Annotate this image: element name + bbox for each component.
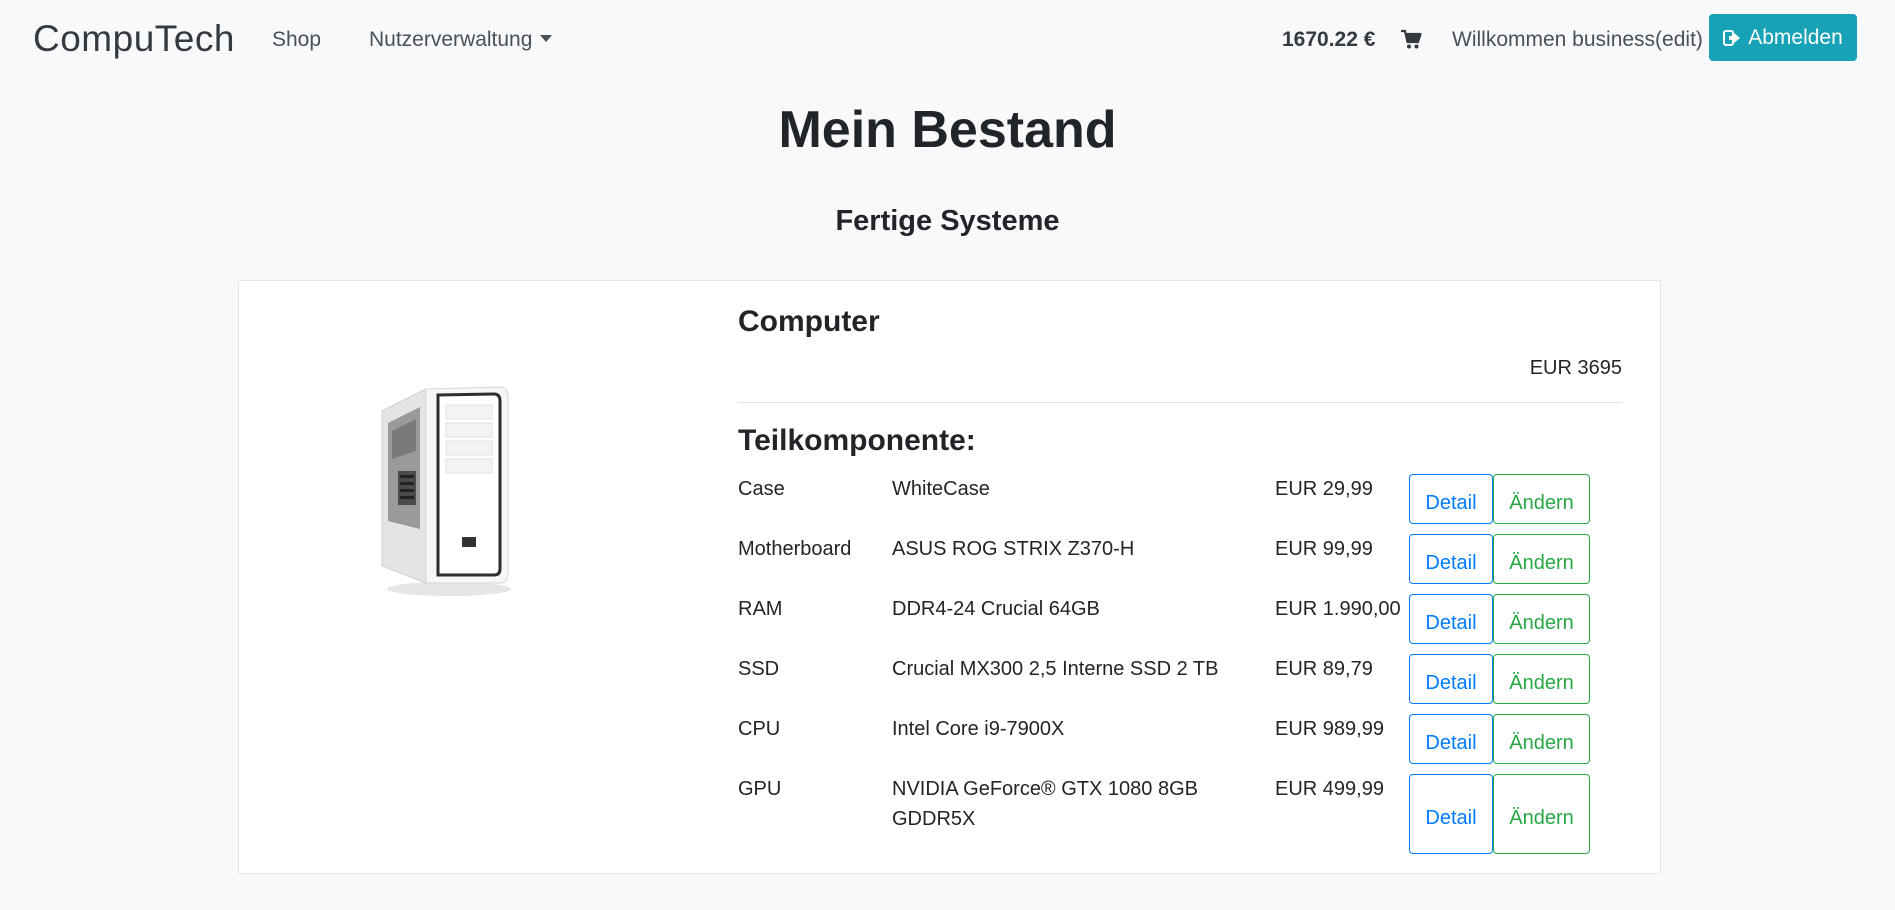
component-type: CPU — [738, 718, 781, 740]
component-name: WhiteCase — [892, 478, 990, 500]
logout-button[interactable]: Abmelden — [1709, 14, 1857, 61]
edit-button[interactable]: Ändern — [1493, 594, 1590, 644]
component-price: EUR 89,79 — [1275, 658, 1373, 680]
detail-button[interactable]: Detail — [1409, 474, 1493, 524]
component-name: ASUS ROG STRIX Z370-H — [892, 538, 1135, 560]
component-price: EUR 99,99 — [1275, 538, 1373, 560]
component-name: NVIDIA GeForce® GTX 1080 8GB GDDR5X — [892, 778, 1198, 830]
component-type: GPU — [738, 778, 782, 800]
component-type: Motherboard — [738, 538, 852, 560]
component-type: Case — [738, 478, 785, 500]
section-title: Fertige Systeme — [835, 205, 1060, 237]
brand-logo[interactable]: CompuTech — [33, 18, 235, 60]
detail-button[interactable]: Detail — [1409, 594, 1493, 644]
component-type: RAM — [738, 598, 783, 620]
nav-shop[interactable]: Shop — [272, 28, 321, 52]
components-title: Teilkomponente: — [738, 424, 976, 457]
edit-button[interactable]: Ändern — [1493, 474, 1590, 524]
account-balance: 1670.22 € — [1282, 28, 1376, 51]
edit-button[interactable]: Ändern — [1493, 534, 1590, 584]
edit-button[interactable]: Ändern — [1493, 774, 1590, 854]
component-price: EUR 499,99 — [1275, 778, 1384, 800]
divider — [738, 402, 1622, 403]
logout-label: Abmelden — [1748, 25, 1843, 49]
component-price: EUR 989,99 — [1275, 718, 1384, 740]
detail-button[interactable]: Detail — [1409, 714, 1493, 764]
detail-button[interactable]: Detail — [1409, 774, 1493, 854]
component-name: Intel Core i9-7900X — [892, 718, 1065, 740]
computer-case-image — [381, 386, 511, 596]
welcome-user-link[interactable]: Willkommen business(edit) — [1452, 28, 1703, 52]
sign-out-icon — [1723, 29, 1741, 46]
detail-button[interactable]: Detail — [1409, 534, 1493, 584]
component-price: EUR 1.990,00 — [1275, 598, 1401, 620]
edit-button[interactable]: Ändern — [1493, 714, 1590, 764]
edit-button[interactable]: Ändern — [1493, 654, 1590, 704]
component-type: SSD — [738, 658, 780, 680]
component-name: DDR4-24 Crucial 64GB — [892, 598, 1100, 620]
caret-down-icon — [540, 35, 553, 42]
product-price: EUR 3695 — [1529, 357, 1622, 379]
nav-user-management-label: Nutzerverwaltung — [369, 28, 533, 51]
page-title: Mein Bestand — [778, 101, 1117, 159]
component-name: Crucial MX300 2,5 Interne SSD 2 TB — [892, 658, 1219, 680]
product-card: Computer EUR 3695 Teilkomponente: Case W… — [238, 280, 1661, 874]
navbar: CompuTech Shop Nutzerverwaltung 1670.22 … — [0, 0, 1895, 78]
product-name: Computer — [738, 305, 880, 338]
component-price: EUR 29,99 — [1275, 478, 1373, 500]
detail-button[interactable]: Detail — [1409, 654, 1493, 704]
shopping-cart-icon[interactable] — [1400, 28, 1426, 52]
nav-user-management-dropdown[interactable]: Nutzerverwaltung — [369, 28, 553, 52]
